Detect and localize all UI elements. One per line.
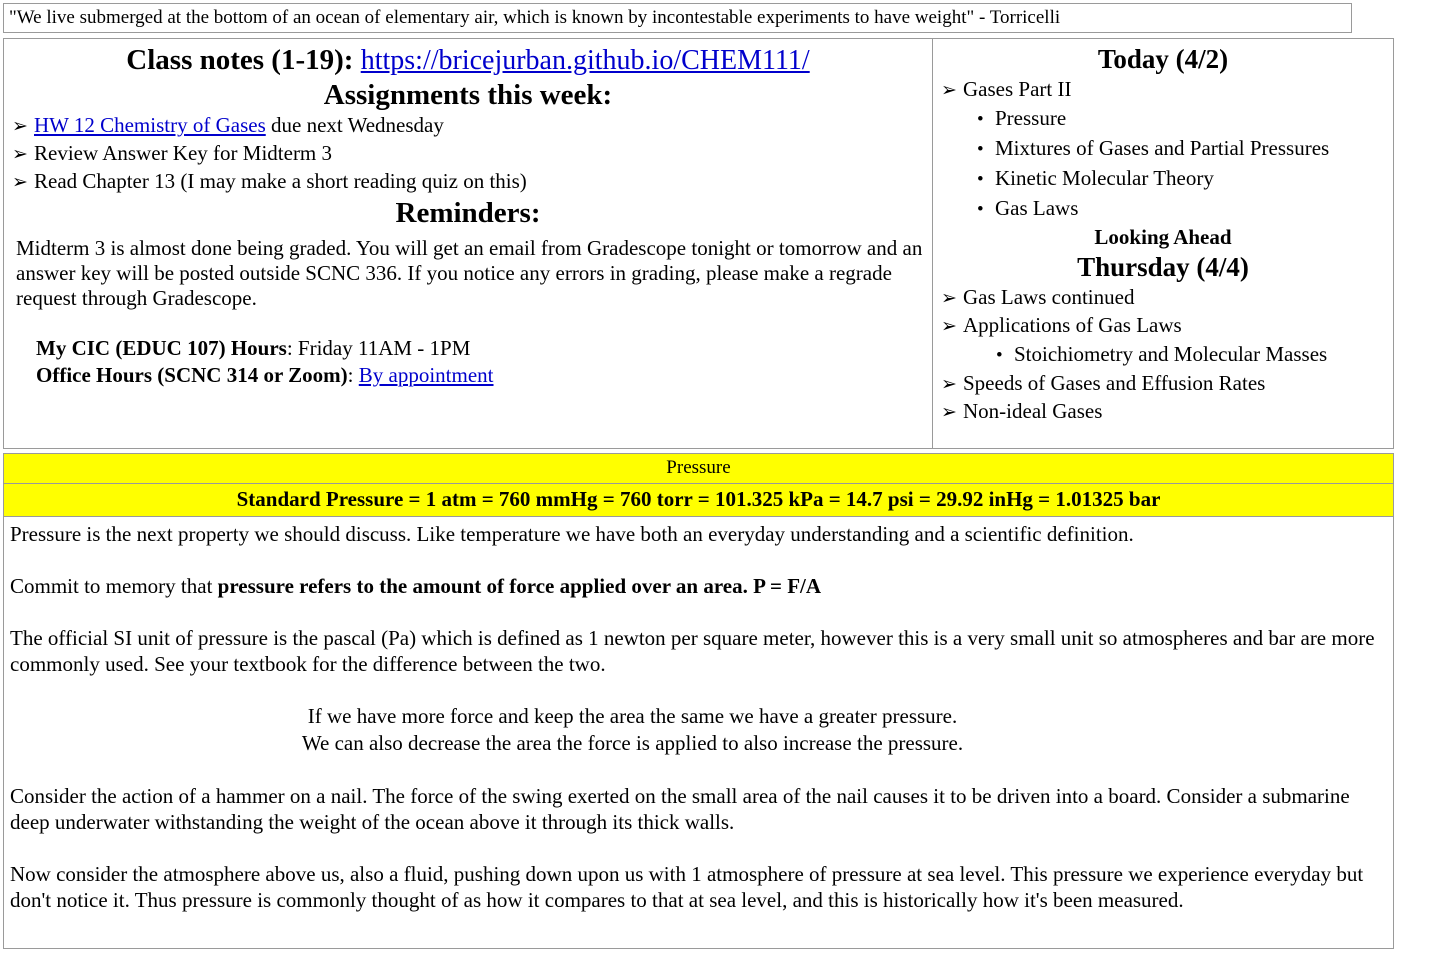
assignment-item: ➢ Review Answer Key for Midterm 3 <box>12 140 924 168</box>
announcements-panel: Class notes (1-19): https://bricejurban.… <box>4 39 933 448</box>
notes-p2-lead: Commit to memory that <box>10 574 218 598</box>
notes-paragraph-3: The official SI unit of pressure is the … <box>10 626 1375 676</box>
thursday-item-label: Non-ideal Gases <box>963 399 1103 423</box>
today-item: ➢ Gases Part II <box>941 76 1385 104</box>
cic-hours-value: : Friday 11AM - 1PM <box>286 336 471 360</box>
arrow-bullet-icon: ➢ <box>12 171 28 193</box>
section-subtitle-bar: Standard Pressure = 1 atm = 760 mmHg = 7… <box>3 484 1394 517</box>
assignment-text: Review Answer Key for Midterm 3 <box>34 141 333 165</box>
arrow-bullet-icon: ➢ <box>941 315 957 337</box>
thursday-item: • Stoichiometry and Molecular Masses <box>941 340 1385 370</box>
cic-hours-label: My CIC (EDUC 107) Hours <box>36 336 287 360</box>
notes-body: Pressure is the next property we should … <box>3 517 1394 949</box>
today-item-label: Gases Part II <box>963 77 1072 101</box>
today-item: • Gas Laws <box>941 194 1385 224</box>
notes-paragraph-2: Commit to memory that pressure refers to… <box>10 573 1385 599</box>
office-hours-label: Office Hours (SCNC 314 or Zoom) <box>36 363 348 387</box>
section-subtitle: Standard Pressure = 1 atm = 760 mmHg = 7… <box>236 487 1161 511</box>
dot-bullet-icon: • <box>977 139 984 160</box>
thursday-item-label: Gas Laws continued <box>963 285 1135 309</box>
notes-paragraph-1: Pressure is the next property we should … <box>10 522 1134 546</box>
notes-p2-bold: pressure refers to the amount of force a… <box>217 574 822 598</box>
reminders-text: Midterm 3 is almost done being graded. Y… <box>16 236 923 310</box>
notes-paragraph-5: Now consider the atmosphere above us, al… <box>10 862 1364 912</box>
today-item-label: Pressure <box>995 106 1067 130</box>
office-hours-line: Office Hours (SCNC 314 or Zoom): By appo… <box>12 362 924 389</box>
dot-bullet-icon: • <box>977 169 984 190</box>
class-notes-label: Class notes (1-19): <box>126 44 354 76</box>
notes-center-line-1: If we have more force and keep the area … <box>307 704 958 728</box>
quote-text: "We live submerged at the bottom of an o… <box>9 7 1061 28</box>
class-notes-link[interactable]: https://bricejurban.github.io/CHEM111/ <box>361 45 810 76</box>
arrow-bullet-icon: ➢ <box>941 287 957 309</box>
quote-banner: "We live submerged at the bottom of an o… <box>3 3 1352 33</box>
dot-bullet-icon: • <box>977 109 984 130</box>
section-title: Pressure <box>666 457 731 478</box>
today-item-label: Kinetic Molecular Theory <box>995 166 1214 190</box>
arrow-bullet-icon: ➢ <box>941 373 957 395</box>
thursday-item: ➢ Non-ideal Gases <box>941 398 1385 426</box>
thursday-item: ➢ Speeds of Gases and Effusion Rates <box>941 370 1385 398</box>
by-appointment-link[interactable]: By appointment <box>359 363 494 387</box>
top-info-block: Class notes (1-19): https://bricejurban.… <box>3 38 1394 449</box>
today-heading: Today (4/2) <box>1097 44 1229 74</box>
reminders-heading: Reminders: <box>395 197 541 229</box>
class-notes-heading: Class notes (1-19): https://bricejurban.… <box>12 43 924 78</box>
thursday-item: ➢ Gas Laws continued <box>941 284 1385 312</box>
arrow-bullet-icon: ➢ <box>12 115 28 137</box>
thursday-heading: Thursday (4/4) <box>1077 252 1249 282</box>
assignment-text: HW 12 Chemistry of Gases due next Wednes… <box>34 112 444 139</box>
thursday-item-label: Speeds of Gases and Effusion Rates <box>963 371 1266 395</box>
assignments-heading: Assignments this week: <box>323 79 613 111</box>
assignment-item: ➢ Read Chapter 13 (I may make a short re… <box>12 168 924 196</box>
hw12-link[interactable]: HW 12 Chemistry of Gases <box>34 113 266 137</box>
assignment-item: ➢ HW 12 Chemistry of Gases due next Wedn… <box>12 112 924 140</box>
section-title-bar: Pressure <box>3 453 1394 484</box>
arrow-bullet-icon: ➢ <box>941 401 957 423</box>
dot-bullet-icon: • <box>977 199 984 220</box>
looking-ahead-heading: Looking Ahead <box>1094 225 1232 249</box>
cic-hours-line: My CIC (EDUC 107) Hours: Friday 11AM - 1… <box>12 335 924 362</box>
assignment-suffix: due next Wednesday <box>265 113 444 137</box>
notes-paragraph-4: Consider the action of a hammer on a nai… <box>10 784 1350 834</box>
arrow-bullet-icon: ➢ <box>941 79 957 101</box>
thursday-item-label: Applications of Gas Laws <box>963 313 1182 337</box>
office-hours-sep: : <box>347 363 359 387</box>
today-item-label: Mixtures of Gases and Partial Pressures <box>995 136 1330 160</box>
today-item: • Mixtures of Gases and Partial Pressure… <box>941 134 1385 164</box>
arrow-bullet-icon: ➢ <box>12 143 28 165</box>
notes-centered-block: If we have more force and keep the area … <box>10 703 1385 757</box>
agenda-panel: Today (4/2) ➢ Gases Part II • Pressure •… <box>933 39 1393 448</box>
today-item: • Pressure <box>941 104 1385 134</box>
notes-center-line-2: We can also decrease the area the force … <box>301 731 964 755</box>
thursday-item: ➢ Applications of Gas Laws <box>941 312 1385 340</box>
today-item: • Kinetic Molecular Theory <box>941 164 1385 194</box>
thursday-item-label: Stoichiometry and Molecular Masses <box>1014 342 1328 366</box>
assignment-text: Read Chapter 13 (I may make a short read… <box>34 169 527 193</box>
dot-bullet-icon: • <box>996 345 1003 366</box>
lecture-notes-page: "We live submerged at the bottom of an o… <box>0 3 1429 963</box>
today-item-label: Gas Laws <box>995 196 1079 220</box>
